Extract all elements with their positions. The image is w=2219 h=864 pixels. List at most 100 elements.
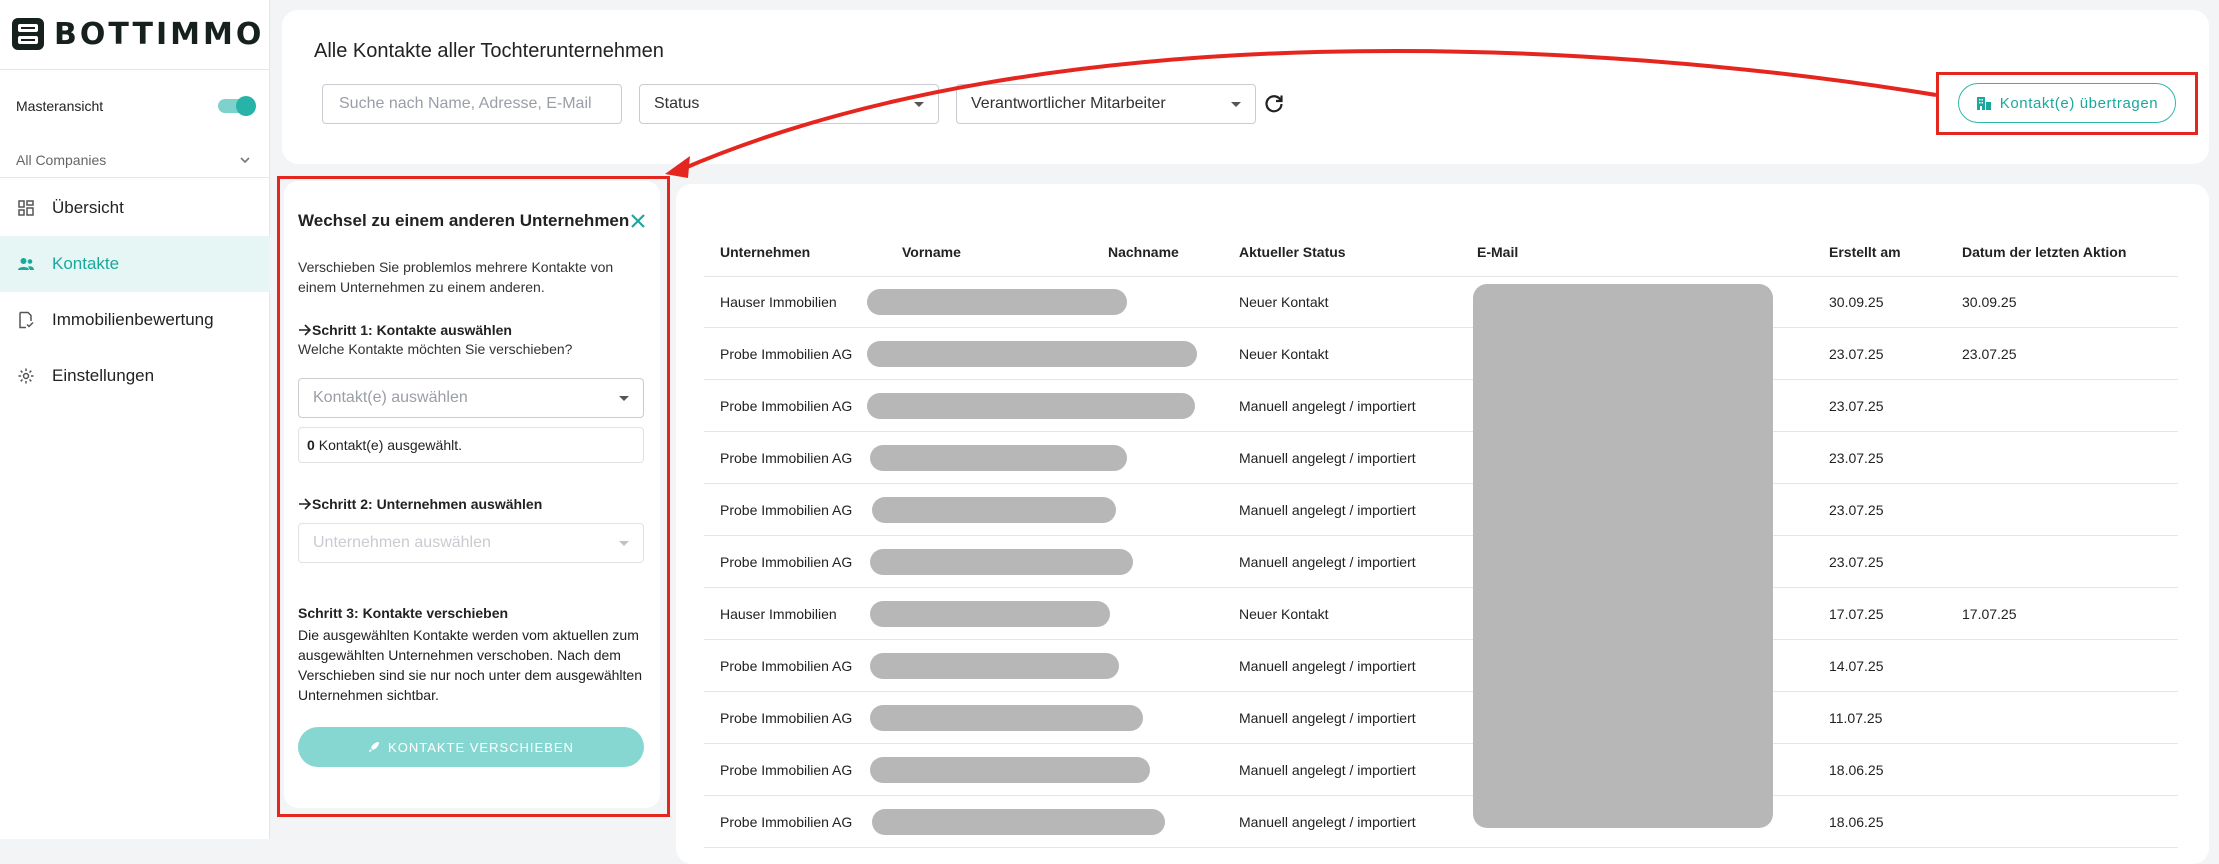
page-title: Alle Kontakte aller Tochterunternehmen: [314, 40, 664, 62]
cell-company: Hauser Immobilien: [720, 294, 837, 310]
cell-created: 23.07.25: [1829, 502, 1884, 518]
cell-status: Manuell angelegt / importiert: [1239, 554, 1416, 570]
cell-status: Manuell angelegt / importiert: [1239, 762, 1416, 778]
cell-company: Probe Immobilien AG: [720, 346, 853, 362]
status-select-label: Status: [654, 95, 700, 112]
sidebar: BOTTIMMO Masteransicht All Companies Übe…: [0, 0, 270, 839]
redacted-name: [870, 549, 1133, 575]
table-row[interactable]: Probe Immobilien AG Manuell angelegt / i…: [704, 692, 2178, 744]
table-row[interactable]: Probe Immobilien AG Manuell angelegt / i…: [704, 484, 2178, 536]
cell-status: Neuer Kontakt: [1239, 294, 1329, 310]
sidebar-item-contacts[interactable]: Kontakte: [0, 236, 270, 292]
caret-down-icon: [1231, 102, 1241, 107]
column-header-lastname[interactable]: Nachname: [1108, 228, 1179, 276]
cell-created: 17.07.25: [1829, 606, 1884, 622]
toggle-knob: [236, 96, 256, 116]
contacts-icon: [16, 254, 36, 274]
table-row[interactable]: Probe Immobilien AG Neuer Kontakt 23.07.…: [704, 328, 2178, 380]
cell-company: Probe Immobilien AG: [720, 658, 853, 674]
redacted-name: [872, 809, 1165, 835]
search-input[interactable]: [337, 94, 607, 114]
employee-select[interactable]: Verantwortlicher Mitarbeiter: [956, 84, 1256, 124]
cell-last-action: 23.07.25: [1962, 346, 2017, 362]
table-row[interactable]: Hauser Immobilien Neuer Kontakt 30.09.25…: [704, 276, 2178, 328]
sidebar-item-valuation[interactable]: Immobilienbewertung: [0, 292, 270, 348]
redacted-name: [870, 757, 1150, 783]
cell-company: Probe Immobilien AG: [720, 398, 853, 414]
logo-icon: [12, 18, 44, 50]
table-row[interactable]: Probe Immobilien AG Manuell angelegt / i…: [704, 744, 2178, 796]
master-view-label: Masteransicht: [16, 98, 104, 114]
cell-created: 14.07.25: [1829, 658, 1884, 674]
redacted-name: [867, 393, 1195, 419]
redacted-email-column: [1473, 284, 1773, 828]
table-row[interactable]: Probe Immobilien AG Manuell angelegt / i…: [704, 536, 2178, 588]
column-header-firstname[interactable]: Vorname: [902, 228, 961, 276]
cell-created: 23.07.25: [1829, 346, 1884, 362]
redacted-name: [870, 601, 1110, 627]
table-row[interactable]: Probe Immobilien AG Manuell angelegt / i…: [704, 380, 2178, 432]
cell-company: Hauser Immobilien: [720, 606, 837, 622]
cell-created: 23.07.25: [1829, 554, 1884, 570]
status-select[interactable]: Status: [639, 84, 939, 124]
redacted-name: [872, 497, 1116, 523]
sidebar-nav: Übersicht Kontakte Immobilienbewertung E…: [0, 180, 270, 404]
caret-down-icon: [914, 102, 924, 107]
employee-select-label: Verantwortlicher Mitarbeiter: [971, 95, 1166, 112]
valuation-icon: [16, 310, 36, 330]
gear-icon: [16, 366, 36, 386]
sidebar-item-label: Kontakte: [52, 254, 120, 273]
chevron-down-icon: [240, 157, 250, 164]
cell-status: Neuer Kontakt: [1239, 606, 1329, 622]
cell-created: 30.09.25: [1829, 294, 1884, 310]
dashboard-icon: [16, 198, 36, 218]
cell-status: Manuell angelegt / importiert: [1239, 814, 1416, 830]
sidebar-item-label: Übersicht: [52, 198, 124, 217]
cell-status: Manuell angelegt / importiert: [1239, 658, 1416, 674]
sidebar-item-overview[interactable]: Übersicht: [0, 180, 270, 236]
cell-company: Probe Immobilien AG: [720, 710, 853, 726]
table-row[interactable]: Probe Immobilien AG Manuell angelegt / i…: [704, 432, 2178, 484]
redacted-name: [870, 445, 1127, 471]
master-view-toggle[interactable]: [218, 96, 256, 116]
redacted-name: [867, 289, 1127, 315]
brand-logo[interactable]: BOTTIMMO: [10, 14, 264, 54]
column-header-created[interactable]: Erstellt am: [1829, 228, 1901, 276]
column-header-status[interactable]: Aktueller Status: [1239, 228, 1346, 276]
cell-company: Probe Immobilien AG: [720, 762, 853, 778]
divider: [0, 177, 270, 178]
cell-company: Probe Immobilien AG: [720, 450, 853, 466]
contacts-table-card: Unternehmen Vorname Nachname Aktueller S…: [676, 184, 2209, 864]
company-selector[interactable]: All Companies: [16, 150, 252, 170]
cell-created: 11.07.25: [1829, 710, 1883, 726]
table-row[interactable]: Hauser Immobilien Neuer Kontakt 17.07.25…: [704, 588, 2178, 640]
cell-last-action: 30.09.25: [1962, 294, 2017, 310]
column-header-company[interactable]: Unternehmen: [720, 228, 810, 276]
sidebar-item-settings[interactable]: Einstellungen: [0, 348, 270, 404]
master-view-row: Masteransicht: [16, 94, 256, 118]
sidebar-item-label: Immobilienbewertung: [52, 310, 214, 329]
refresh-icon[interactable]: [1262, 92, 1286, 116]
search-field[interactable]: [322, 84, 622, 124]
redacted-name: [867, 341, 1197, 367]
cell-created: 23.07.25: [1829, 398, 1884, 414]
cell-created: 18.06.25: [1829, 762, 1884, 778]
cell-status: Manuell angelegt / importiert: [1239, 502, 1416, 518]
cell-company: Probe Immobilien AG: [720, 554, 853, 570]
column-header-last-action[interactable]: Datum der letzten Aktion: [1962, 228, 2126, 276]
cell-created: 23.07.25: [1829, 450, 1884, 466]
cell-created: 18.06.25: [1829, 814, 1884, 830]
sidebar-item-label: Einstellungen: [52, 366, 155, 385]
redacted-name: [870, 653, 1119, 679]
cell-status: Manuell angelegt / importiert: [1239, 450, 1416, 466]
table-row[interactable]: Probe Immobilien AG Manuell angelegt / i…: [704, 640, 2178, 692]
cell-status: Neuer Kontakt: [1239, 346, 1329, 362]
table-header: Unternehmen Vorname Nachname Aktueller S…: [704, 228, 2178, 277]
divider: [0, 69, 270, 70]
table-row[interactable]: Probe Immobilien AG Manuell angelegt / i…: [704, 796, 2178, 848]
redacted-name: [870, 705, 1143, 731]
column-header-email[interactable]: E-Mail: [1477, 228, 1518, 276]
highlight-transfer-button: [1936, 72, 2198, 135]
company-selector-label: All Companies: [16, 152, 107, 168]
cell-last-action: 17.07.25: [1962, 606, 2017, 622]
